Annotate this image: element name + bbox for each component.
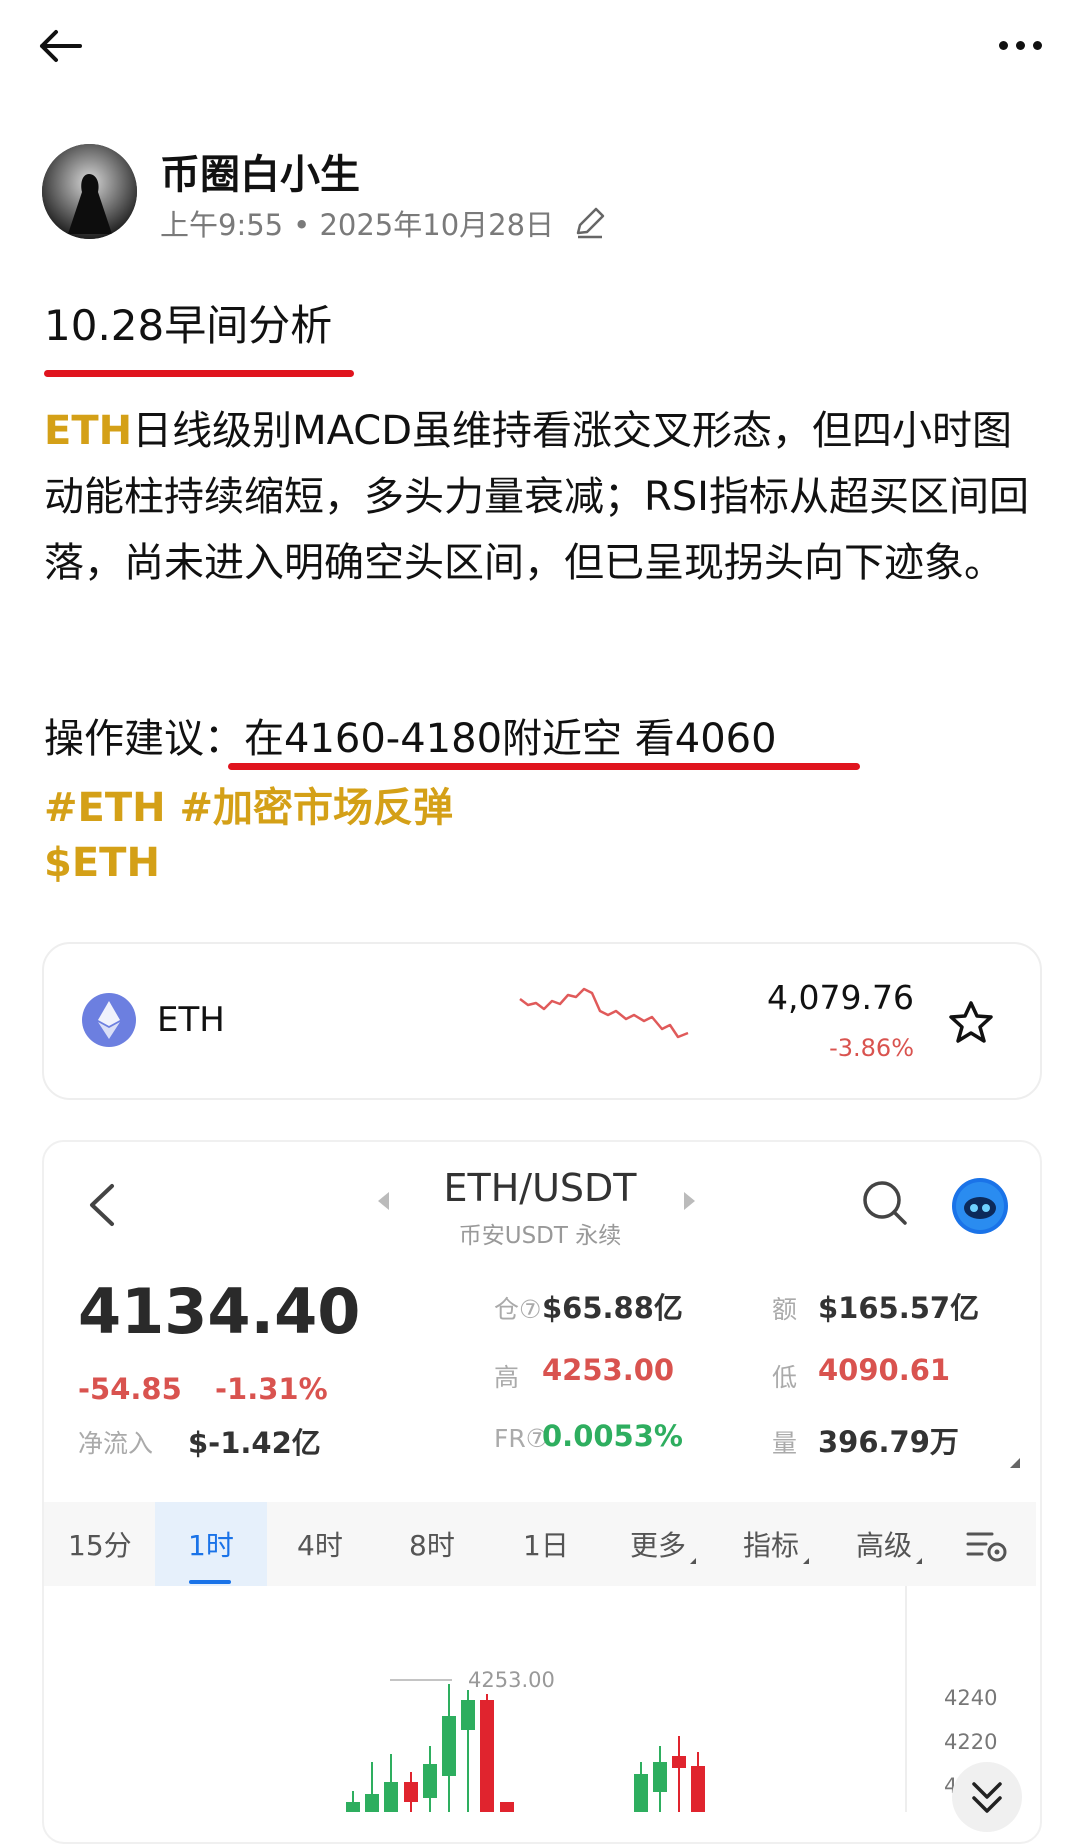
candlestick-chart[interactable]: 4253.00 4240 4220 4 bbox=[44, 1586, 1036, 1812]
tab-more[interactable]: 更多 bbox=[630, 1524, 697, 1564]
chevrons-down-icon bbox=[972, 1782, 1002, 1813]
tab-advanced[interactable]: 高级 bbox=[856, 1524, 923, 1564]
assistant-robot-icon[interactable] bbox=[952, 1178, 1008, 1234]
tab-4h[interactable]: 4时 bbox=[297, 1524, 343, 1564]
edit-icon[interactable] bbox=[572, 205, 608, 241]
netflow-label: 净流入 bbox=[78, 1429, 154, 1458]
more-options-icon[interactable] bbox=[990, 30, 1050, 60]
body-tag-link[interactable]: ETH bbox=[44, 408, 132, 454]
dropdown-icon bbox=[803, 1558, 810, 1564]
candles bbox=[346, 1684, 705, 1812]
funding-rate-value: 0.0053% bbox=[542, 1419, 683, 1453]
pair-name: ETH/USDT bbox=[443, 1166, 637, 1210]
star-icon[interactable] bbox=[948, 1000, 994, 1044]
high-label: 高 bbox=[494, 1363, 520, 1392]
chart-high-label: 4253.00 bbox=[468, 1668, 555, 1692]
scroll-down-button[interactable] bbox=[952, 1762, 1022, 1832]
tab-indicators[interactable]: 指标 bbox=[743, 1524, 810, 1564]
tab-more-label: 更多 bbox=[630, 1529, 687, 1562]
arrow-left-icon bbox=[40, 30, 82, 62]
low-label: 低 bbox=[772, 1363, 798, 1392]
last-price: 4134.40 bbox=[78, 1275, 361, 1348]
quantity-label: 量 bbox=[772, 1429, 798, 1458]
eth-logo-icon bbox=[82, 993, 136, 1047]
low-value: 4090.61 bbox=[818, 1353, 951, 1387]
pair-subtitle: 币安USDT 永续 bbox=[458, 1223, 622, 1249]
open-interest-value: $65.88亿 bbox=[542, 1291, 683, 1325]
cashtag-link[interactable]: $ETH bbox=[44, 840, 160, 886]
prev-pair-icon[interactable] bbox=[378, 1192, 389, 1210]
post-body: ETH日线级别MACD虽维持看涨交叉形态，但四小时图动能柱持续缩短，多头力量衰减… bbox=[44, 398, 1044, 596]
tab-8h[interactable]: 8时 bbox=[409, 1524, 455, 1564]
post-time: 上午9:55 bbox=[160, 208, 284, 242]
back-button[interactable] bbox=[38, 22, 94, 70]
price-sparkline bbox=[519, 987, 689, 1039]
dropdown-icon bbox=[690, 1558, 697, 1564]
suggestion-underline bbox=[228, 763, 860, 770]
axis-tick: 4240 bbox=[944, 1686, 997, 1710]
expand-corner-icon[interactable] bbox=[1010, 1458, 1020, 1468]
axis-tick: 4220 bbox=[944, 1730, 997, 1754]
ticker-symbol: ETH bbox=[157, 1000, 225, 1040]
tab-15m[interactable]: 15分 bbox=[68, 1524, 132, 1564]
body-text: 日线级别MACD虽维持看涨交叉形态，但四小时图动能柱持续缩短，多头力量衰减；RS… bbox=[44, 408, 1029, 586]
hashtags[interactable]: #ETH #加密市场反弹 bbox=[44, 775, 453, 833]
high-value: 4253.00 bbox=[542, 1353, 675, 1387]
price-change-pct: -1.31% bbox=[215, 1372, 328, 1406]
ticker-price: 4,079.76 bbox=[767, 978, 914, 1017]
dropdown-icon bbox=[916, 1558, 923, 1564]
netflow-value: $-1.42亿 bbox=[188, 1426, 321, 1460]
search-icon[interactable] bbox=[860, 1178, 910, 1228]
next-pair-icon[interactable] bbox=[684, 1192, 695, 1210]
ticker-change: -3.86% bbox=[829, 1034, 914, 1062]
tab-1h[interactable]: 1时 bbox=[188, 1524, 234, 1564]
tab-indicators-label: 指标 bbox=[743, 1529, 800, 1562]
turnover-value: $165.57亿 bbox=[818, 1291, 980, 1325]
trade-suggestion: 操作建议：在4160-4180附近空 看4060 bbox=[44, 716, 777, 762]
author-name[interactable]: 币圈白小生 bbox=[160, 142, 360, 200]
turnover-label: 额 bbox=[772, 1295, 798, 1324]
open-interest-label: 仓⑦ bbox=[494, 1295, 542, 1324]
tab-advanced-label: 高级 bbox=[856, 1529, 913, 1562]
quantity-value: 396.79万 bbox=[818, 1425, 959, 1459]
post-meta: 上午9:55 • 2025年10月28日 bbox=[160, 202, 608, 244]
active-tab-indicator bbox=[189, 1580, 231, 1584]
post-date: • 2025年10月28日 bbox=[293, 208, 555, 242]
chevron-left-icon[interactable] bbox=[82, 1180, 122, 1230]
title-underline bbox=[44, 370, 354, 377]
post-title: 10.28早间分析 bbox=[44, 301, 333, 350]
chart-settings-icon[interactable] bbox=[966, 1528, 1008, 1564]
tab-1d[interactable]: 1日 bbox=[523, 1524, 569, 1564]
price-change-abs: -54.85 bbox=[78, 1372, 182, 1406]
avatar[interactable] bbox=[42, 144, 137, 239]
funding-rate-label: FR⑦ bbox=[494, 1424, 549, 1453]
